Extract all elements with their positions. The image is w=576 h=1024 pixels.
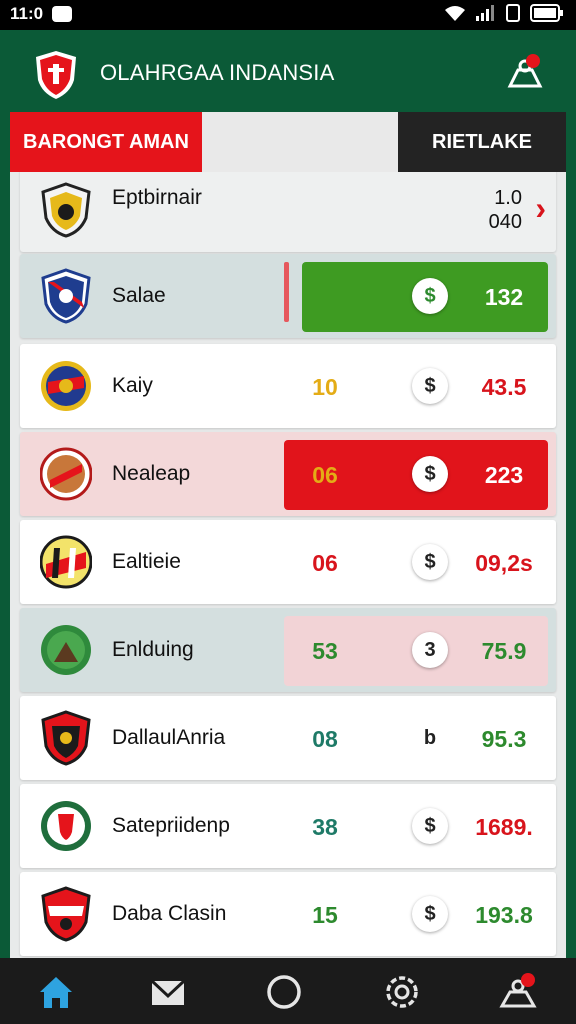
team-value: 43.5 [481,374,527,400]
bottom-nav [0,958,576,1024]
list-item[interactable]: Daba Clasin 15 $ 193.8 [20,872,556,956]
home-icon[interactable] [36,972,76,1012]
team-value: 75.9 [481,638,527,664]
tab-rietlake[interactable]: RIETLAKE [398,112,566,172]
team-score: 08 [312,726,338,752]
team-badge-icon [41,625,91,675]
tab-bar: BARONGT AMAN RIETLAKE [10,112,566,172]
team-list: Eptbirnair 1.0 040 › Salae $ 132 Kaiy 10… [10,172,566,958]
profile-icon[interactable] [498,972,538,1012]
team-score: 53 [312,638,338,664]
team-name: Salae [112,284,166,307]
coin-icon[interactable]: $ [412,544,448,580]
row-indicator [284,262,289,322]
coin-icon[interactable]: 3 [412,632,448,668]
list-item[interactable]: Kaiy 10 $ 43.5 [20,344,556,428]
wifi-icon [445,6,465,21]
coin-icon[interactable]: b [412,720,448,756]
list-item[interactable]: Salae $ 132 [20,254,556,338]
team-badge-icon [40,447,92,501]
status-time: 11:0 [10,4,44,23]
team-score: 38 [312,814,338,840]
team-value: 223 [484,462,524,488]
chevron-right-icon[interactable]: › [535,190,546,227]
team-score: 15 [312,902,338,928]
team-value: 132 [484,284,524,310]
profile-alert-icon[interactable] [504,52,546,94]
team-name: Ealtieie [112,550,181,573]
team-badge-icon [40,535,92,589]
coin-icon[interactable]: $ [412,896,448,932]
list-item[interactable]: Ealtieie 06 $ 09,2s [20,520,556,604]
team-name: Satepriidenp [112,814,230,837]
top-row-line2: 040 [488,211,522,233]
list-item[interactable]: Nealeap 06 $ 223 [20,432,556,516]
tab-barongt-aman[interactable]: BARONGT AMAN [10,112,202,172]
team-badge-icon [41,361,91,411]
signal-icon [476,5,494,21]
status-icons [444,4,564,22]
coin-icon[interactable]: $ [412,368,448,404]
circle-icon[interactable] [264,972,304,1012]
settings-icon[interactable] [382,972,422,1012]
team-badge-icon [41,182,91,238]
team-value: 193.8 [475,902,533,928]
team-name: Eptbirnair [112,186,202,209]
team-score: 10 [312,374,338,400]
app-header: OLAHRGAA INDANSIA [0,30,576,114]
team-score: 06 [312,462,338,488]
team-badge-icon [41,886,91,942]
coin-icon[interactable]: $ [412,278,448,314]
sim-icon [506,4,520,22]
team-name: Enlduing [112,638,194,661]
team-name: Nealeap [112,462,191,485]
list-item[interactable]: Eptbirnair 1.0 040 › [20,172,556,252]
list-item[interactable]: DallaulAnria 08 b 95.3 [20,696,556,780]
team-value: 09,2s [475,550,533,576]
team-value: 95.3 [481,726,527,752]
top-row-line1: 1.0 [494,187,522,209]
team-name: DallaulAnria [112,726,226,749]
list-item[interactable]: Enlduing 53 3 75.9 [20,608,556,692]
mail-icon[interactable] [148,972,188,1012]
list-item[interactable]: Satepriidenp 38 $ 1689. [20,784,556,868]
notification-icon [52,6,72,22]
team-badge-icon [41,710,91,766]
battery-icon [530,4,563,22]
coin-icon[interactable]: $ [412,456,448,492]
top-row-values: 1.0 040 [489,186,522,234]
status-bar: 11:0 [0,0,576,30]
app-title: OLAHRGAA INDANSIA [100,60,335,85]
team-name: Kaiy [112,374,153,397]
coin-icon[interactable]: $ [412,808,448,844]
team-score: 06 [312,550,338,576]
team-badge-icon [41,801,91,851]
team-value: 1689. [475,814,533,840]
team-name: Daba Clasin [112,902,227,925]
app-logo-icon [36,51,76,99]
team-badge-icon [41,268,91,324]
